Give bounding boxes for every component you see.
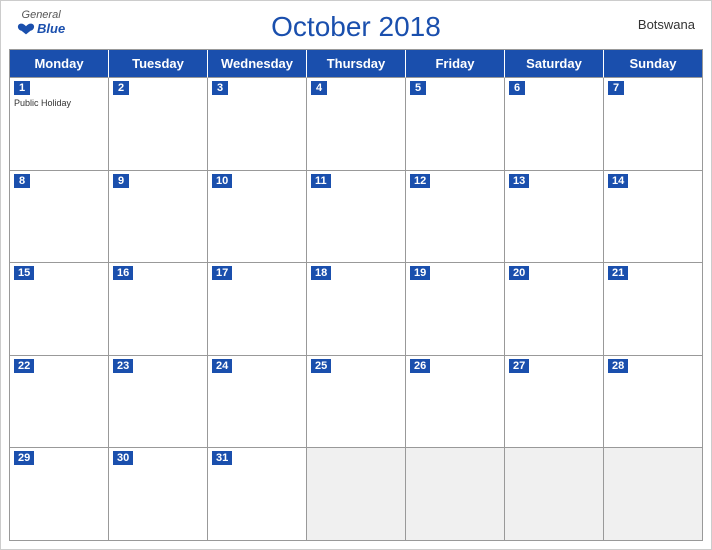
day-cell-13: 13	[505, 171, 604, 264]
day-number-18: 18	[311, 266, 331, 280]
header-tuesday: Tuesday	[109, 50, 208, 78]
day-cell-12: 12	[406, 171, 505, 264]
day-number-5: 5	[410, 81, 426, 95]
day-cell-9: 9	[109, 171, 208, 264]
day-number-13: 13	[509, 174, 529, 188]
day-number-1: 1	[14, 81, 30, 95]
day-cell-14: 14	[604, 171, 703, 264]
day-number-15: 15	[14, 266, 34, 280]
header-saturday: Saturday	[505, 50, 604, 78]
day-number-6: 6	[509, 81, 525, 95]
day-number-7: 7	[608, 81, 624, 95]
day-cell-28: 28	[604, 356, 703, 449]
logo-general: General	[22, 9, 61, 21]
day-cell-29: 29	[10, 448, 109, 541]
day-number-9: 9	[113, 174, 129, 188]
day-cell-5: 5	[406, 78, 505, 171]
day-number-3: 3	[212, 81, 228, 95]
calendar-container: General Blue October 2018 Botswana Monda…	[0, 0, 712, 550]
week-row-2: 8 9 10 11 12 13 14	[10, 171, 703, 264]
day-cell-2: 2	[109, 78, 208, 171]
day-number-10: 10	[212, 174, 232, 188]
day-number-30: 30	[113, 451, 133, 465]
day-cell-21: 21	[604, 263, 703, 356]
day-number-19: 19	[410, 266, 430, 280]
day-cell-25: 25	[307, 356, 406, 449]
day-number-4: 4	[311, 81, 327, 95]
day-number-14: 14	[608, 174, 628, 188]
day-number-12: 12	[410, 174, 430, 188]
day-number-17: 17	[212, 266, 232, 280]
day-cell-30: 30	[109, 448, 208, 541]
day-cell-18: 18	[307, 263, 406, 356]
week-row-5: 29 30 31	[10, 448, 703, 541]
day-cell-empty-4	[604, 448, 703, 541]
day-number-29: 29	[14, 451, 34, 465]
day-cell-20: 20	[505, 263, 604, 356]
day-headers-row: Monday Tuesday Wednesday Thursday Friday…	[10, 50, 703, 78]
week-row-1: 1 Public Holiday 2 3 4 5 6 7	[10, 78, 703, 171]
day-cell-17: 17	[208, 263, 307, 356]
country-label: Botswana	[638, 17, 695, 32]
day-event-1: Public Holiday	[14, 98, 71, 108]
day-number-8: 8	[14, 174, 30, 188]
day-number-24: 24	[212, 359, 232, 373]
day-number-21: 21	[608, 266, 628, 280]
logo-area: General Blue	[17, 9, 65, 36]
day-number-23: 23	[113, 359, 133, 373]
day-number-22: 22	[14, 359, 34, 373]
day-cell-8: 8	[10, 171, 109, 264]
header-friday: Friday	[406, 50, 505, 78]
header-sunday: Sunday	[604, 50, 703, 78]
logo-bird-icon	[17, 22, 35, 36]
day-number-25: 25	[311, 359, 331, 373]
day-cell-11: 11	[307, 171, 406, 264]
day-cell-16: 16	[109, 263, 208, 356]
day-number-26: 26	[410, 359, 430, 373]
day-number-11: 11	[311, 174, 331, 188]
day-cell-27: 27	[505, 356, 604, 449]
day-cell-22: 22	[10, 356, 109, 449]
day-number-20: 20	[509, 266, 529, 280]
day-cell-4: 4	[307, 78, 406, 171]
calendar-header: General Blue October 2018 Botswana	[1, 1, 711, 49]
day-cell-6: 6	[505, 78, 604, 171]
day-number-27: 27	[509, 359, 529, 373]
day-cell-31: 31	[208, 448, 307, 541]
calendar-title: October 2018	[271, 11, 441, 43]
calendar-grid: Monday Tuesday Wednesday Thursday Friday…	[9, 49, 703, 541]
day-cell-empty-3	[505, 448, 604, 541]
day-number-28: 28	[608, 359, 628, 373]
day-cell-24: 24	[208, 356, 307, 449]
day-cell-empty-1	[307, 448, 406, 541]
day-number-2: 2	[113, 81, 129, 95]
header-monday: Monday	[10, 50, 109, 78]
day-cell-1: 1 Public Holiday	[10, 78, 109, 171]
day-number-31: 31	[212, 451, 232, 465]
day-cell-3: 3	[208, 78, 307, 171]
day-cell-empty-2	[406, 448, 505, 541]
day-cell-26: 26	[406, 356, 505, 449]
header-wednesday: Wednesday	[208, 50, 307, 78]
week-row-4: 22 23 24 25 26 27 28	[10, 356, 703, 449]
day-cell-19: 19	[406, 263, 505, 356]
day-cell-7: 7	[604, 78, 703, 171]
logo-blue: Blue	[17, 21, 65, 36]
header-thursday: Thursday	[307, 50, 406, 78]
day-cell-10: 10	[208, 171, 307, 264]
week-row-3: 15 16 17 18 19 20 21	[10, 263, 703, 356]
day-cell-23: 23	[109, 356, 208, 449]
day-cell-15: 15	[10, 263, 109, 356]
day-number-16: 16	[113, 266, 133, 280]
